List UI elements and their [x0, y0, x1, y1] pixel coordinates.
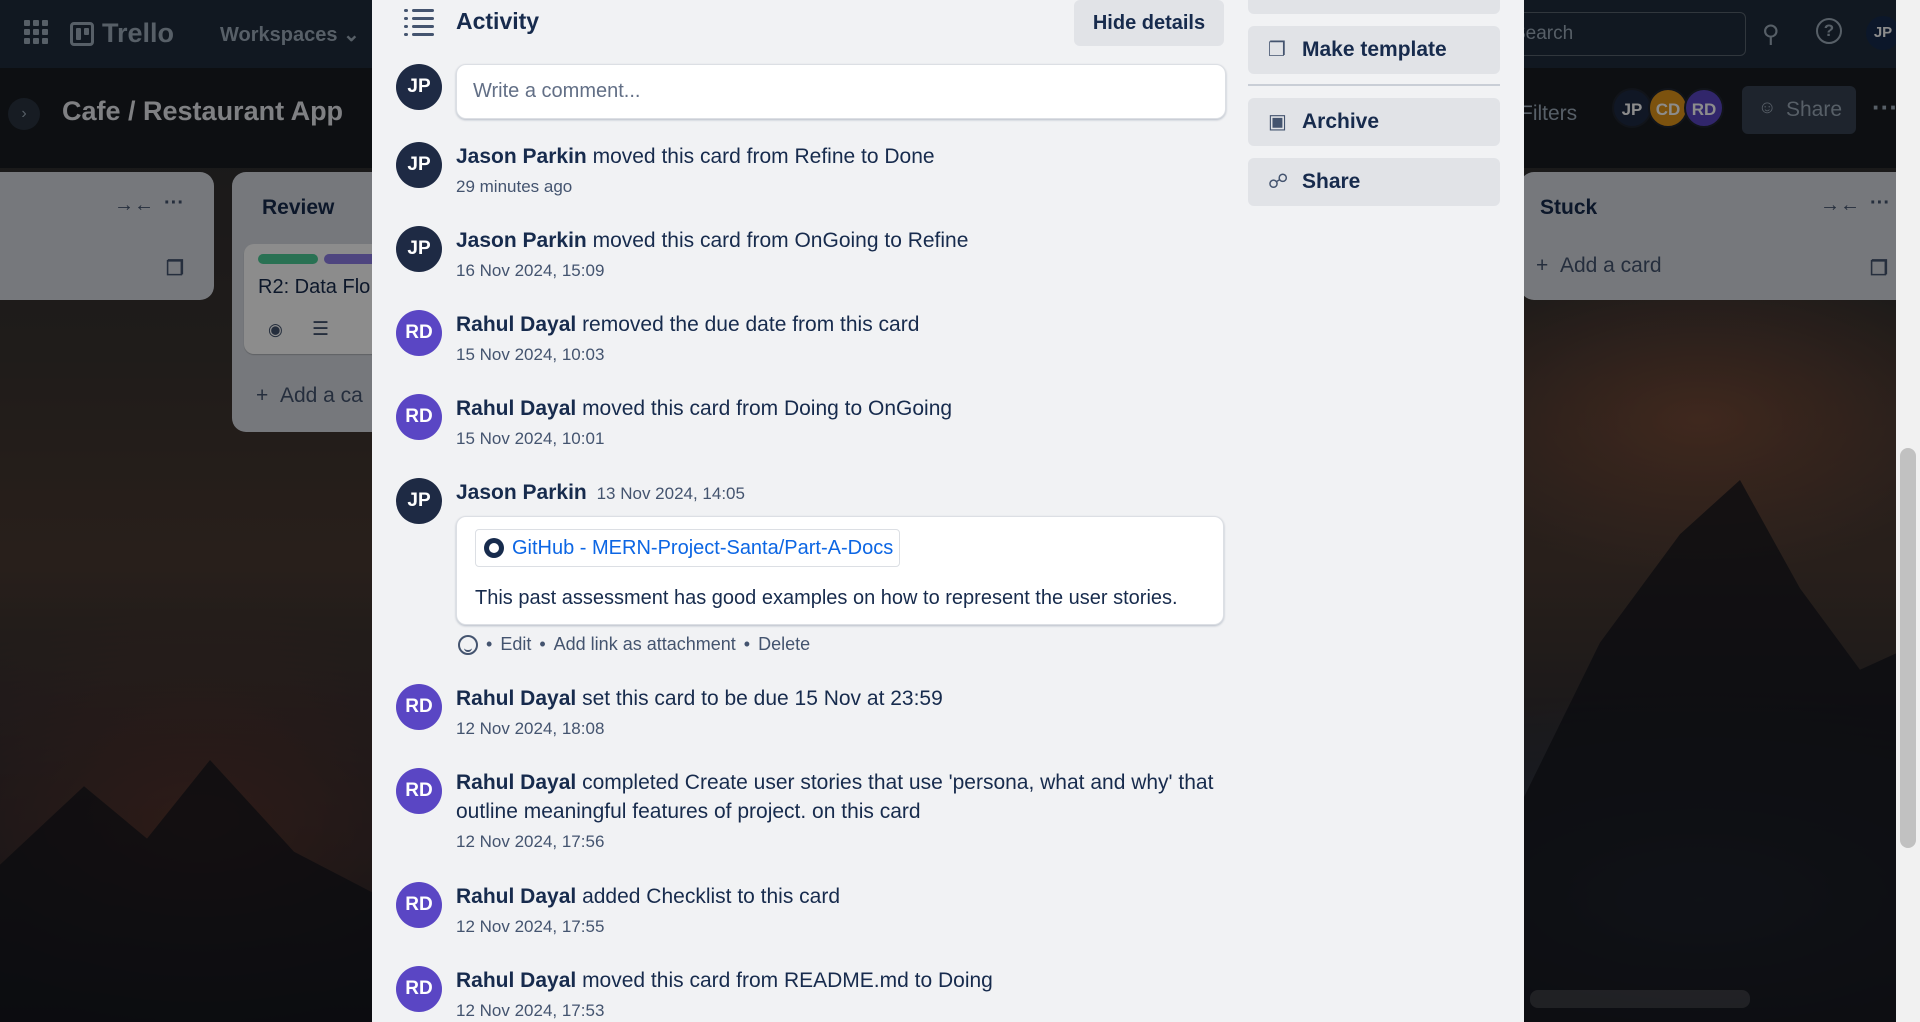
activity-text: Rahul Dayal added Checklist to this card — [456, 882, 1246, 911]
activity-timestamp[interactable]: 29 minutes ago — [456, 177, 572, 197]
avatar[interactable]: RD — [396, 684, 442, 730]
activity-action: set this card to be due 15 Nov at 23:59 — [582, 687, 943, 710]
archive-label: Archive — [1302, 110, 1380, 133]
activity-action: moved this card from Doing to OnGoing — [582, 397, 953, 420]
hide-details-button[interactable]: Hide details — [1074, 0, 1224, 46]
add-reaction-icon[interactable] — [458, 634, 478, 655]
delete-comment-button[interactable]: Delete — [758, 634, 810, 655]
comment-author-avatar: JP — [396, 64, 442, 110]
activity-header: Activity — [404, 6, 539, 36]
activity-icon — [404, 6, 434, 36]
activity-user[interactable]: Jason Parkin — [456, 145, 587, 168]
copy-button-partial[interactable] — [1248, 0, 1500, 14]
activity-user[interactable]: Rahul Dayal — [456, 969, 576, 992]
avatar[interactable]: RD — [396, 882, 442, 928]
activity-user[interactable]: Rahul Dayal — [456, 771, 576, 794]
comment-header: Jason Parkin 13 Nov 2024, 14:05 — [456, 478, 1246, 508]
comment-body: GitHub - MERN-Project-Santa/Part-A-Docs … — [456, 516, 1224, 625]
separator: • — [539, 634, 546, 654]
scrollbar-thumb[interactable] — [1900, 448, 1916, 848]
comment-user[interactable]: Jason Parkin — [456, 481, 587, 504]
make-template-button[interactable]: ❐ Make template — [1248, 26, 1500, 74]
share-icon: ☍ — [1268, 171, 1289, 193]
activity-action: removed the due date from this card — [582, 313, 920, 336]
comment-timestamp[interactable]: 13 Nov 2024, 14:05 — [597, 484, 745, 503]
vertical-scrollbar[interactable] — [1896, 0, 1920, 1022]
comment-input[interactable] — [456, 64, 1226, 119]
share-card-button[interactable]: ☍ Share — [1248, 158, 1500, 206]
activity-action: added Checklist to this card — [582, 885, 841, 908]
activity-user[interactable]: Rahul Dayal — [456, 687, 576, 710]
avatar[interactable]: RD — [396, 966, 442, 1012]
share-label: Share — [1302, 170, 1361, 193]
comment-text: This past assessment has good examples o… — [475, 587, 1178, 609]
comment-actions: • Edit • Add link as attachment • Delete — [458, 634, 810, 655]
activity-text: Rahul Dayal set this card to be due 15 N… — [456, 684, 1246, 713]
link-text: GitHub - MERN-Project-Santa/Part-A-Docs — [512, 537, 894, 559]
activity-user[interactable]: Rahul Dayal — [456, 885, 576, 908]
activity-text: Jason Parkin moved this card from OnGoin… — [456, 226, 1246, 255]
activity-user[interactable]: Rahul Dayal — [456, 313, 576, 336]
activity-timestamp[interactable]: 15 Nov 2024, 10:01 — [456, 429, 604, 449]
activity-timestamp[interactable]: 12 Nov 2024, 17:56 — [456, 832, 604, 852]
template-icon: ❐ — [1268, 39, 1286, 61]
activity-user[interactable]: Rahul Dayal — [456, 397, 576, 420]
separator: • — [743, 634, 751, 654]
activity-timestamp[interactable]: 12 Nov 2024, 18:08 — [456, 719, 604, 739]
github-icon — [484, 538, 504, 558]
activity-action: moved this card from README.md to Doing — [582, 969, 993, 992]
avatar[interactable]: RD — [396, 768, 442, 814]
activity-user[interactable]: Jason Parkin — [456, 229, 587, 252]
activity-text: Rahul Dayal removed the due date from th… — [456, 310, 1246, 339]
avatar[interactable]: RD — [396, 394, 442, 440]
activity-action: moved this card from Refine to Done — [592, 145, 935, 168]
avatar[interactable]: RD — [396, 310, 442, 356]
activity-text: Rahul Dayal moved this card from README.… — [456, 966, 1246, 995]
divider — [1248, 84, 1500, 86]
avatar[interactable]: JP — [396, 478, 442, 524]
activity-timestamp[interactable]: 12 Nov 2024, 17:55 — [456, 917, 604, 937]
activity-text: Rahul Dayal moved this card from Doing t… — [456, 394, 1246, 423]
add-link-attachment-button[interactable]: Add link as attachment — [554, 634, 736, 655]
make-template-label: Make template — [1302, 38, 1447, 61]
activity-timestamp[interactable]: 16 Nov 2024, 15:09 — [456, 261, 604, 281]
avatar: JP — [396, 64, 442, 110]
activity-text: Rahul Dayal completed Create user storie… — [456, 768, 1246, 826]
activity-title: Activity — [456, 7, 540, 34]
activity-timestamp[interactable]: 15 Nov 2024, 10:03 — [456, 345, 604, 365]
card-detail-modal: Activity Hide details JP JP Jason Parkin… — [372, 0, 1524, 1022]
archive-icon: ▣ — [1268, 111, 1287, 133]
avatar[interactable]: JP — [396, 142, 442, 188]
activity-text: Jason Parkin moved this card from Refine… — [456, 142, 1246, 171]
activity-timestamp[interactable]: 12 Nov 2024, 17:53 — [456, 1001, 604, 1021]
archive-button[interactable]: ▣ Archive — [1248, 98, 1500, 146]
edit-comment-button[interactable]: Edit — [500, 634, 531, 655]
activity-action: moved this card from OnGoing to Refine — [592, 229, 969, 252]
separator: • — [486, 634, 493, 654]
link-chip[interactable]: GitHub - MERN-Project-Santa/Part-A-Docs — [475, 529, 901, 567]
avatar[interactable]: JP — [396, 226, 442, 272]
